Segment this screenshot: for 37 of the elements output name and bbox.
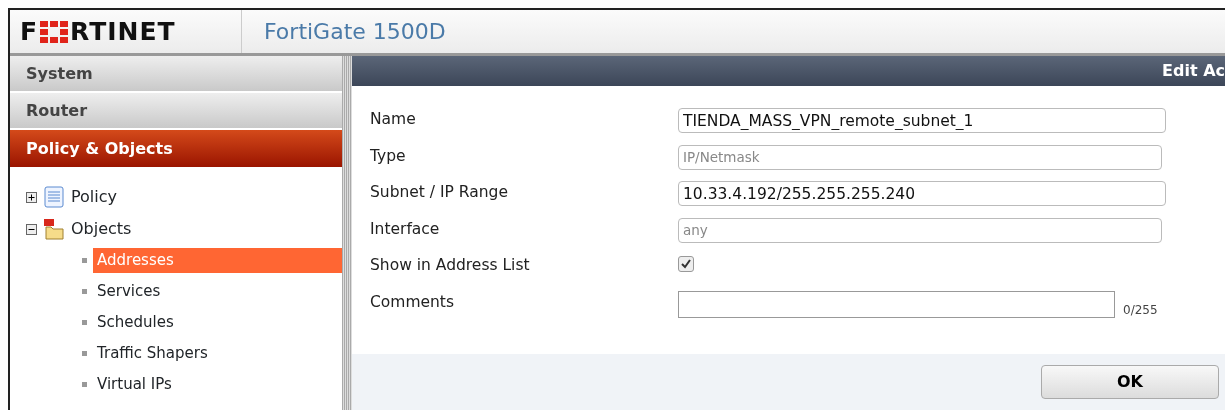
tree-item[interactable]: Services [93,279,342,304]
sidebar-section[interactable]: System [10,56,342,93]
field-label: Type [370,145,407,167]
input-field: any [678,217,1162,243]
tree-item[interactable]: Schedules [93,310,342,335]
input-field[interactable]: 10.33.4.192/255.255.255.240 [678,181,1166,206]
tree-item[interactable]: Policy [71,185,118,209]
input-field: IP/Netmask [678,144,1162,170]
bullet-icon [82,289,87,294]
folder-icon [43,218,65,240]
bullet-icon [82,258,87,263]
tree-item[interactable]: Objects [71,217,132,241]
list-icon [43,186,65,208]
bullet-icon [82,320,87,325]
tree-item[interactable]: Traffic Shapers [93,341,342,366]
collapse-icon[interactable] [26,223,37,235]
logo-icon [40,20,69,43]
expand-icon[interactable] [26,191,37,203]
bullet-icon [82,382,87,387]
tree-item[interactable]: Virtual IPs [93,372,342,397]
product-name: FortiGate 1500D [263,18,446,46]
logo-text: F [20,15,39,48]
comments-field[interactable] [678,290,1115,318]
field-label: Show in Address List [370,255,531,276]
dialog-title: Edit Ac [352,56,1225,86]
logo-text: RTINET [70,15,176,48]
checkbox[interactable] [678,256,694,272]
sidebar-section[interactable]: Policy & Objects [10,130,342,169]
input-field[interactable]: TIENDA_MASS_VPN_remote_subnet_1 [678,108,1166,133]
field-label: Name [370,109,417,130]
bullet-icon [82,351,87,356]
ok-button[interactable]: OK [1041,365,1219,399]
field-label: Subnet / IP Range [370,182,509,203]
sidebar-section[interactable]: Router [10,93,342,130]
field-label: Comments [370,291,456,313]
field-label: Interface [370,218,441,240]
character-counter: 0/255 [1123,301,1158,319]
